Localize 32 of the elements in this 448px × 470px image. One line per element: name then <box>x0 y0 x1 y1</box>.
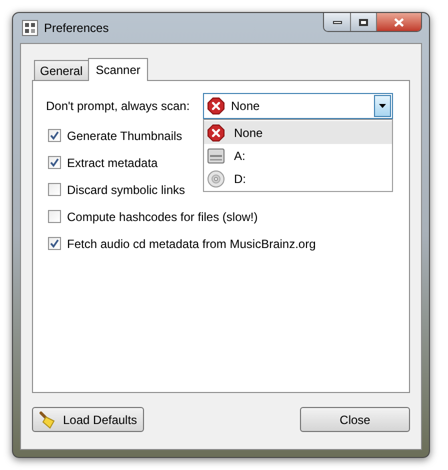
checkbox[interactable] <box>48 183 61 196</box>
app-icon <box>22 20 38 36</box>
checkbox-label: Fetch audio cd metadata from MusicBrainz.org <box>67 236 316 252</box>
checkbox-label: Compute hashcodes for files (slow!) <box>67 208 258 226</box>
checkbox-label: Discard symbolic links <box>67 182 186 198</box>
checkbox[interactable] <box>48 156 61 169</box>
checkbox[interactable] <box>48 129 61 142</box>
checkbox-label: Extract metadata <box>67 154 158 172</box>
drive-icon <box>207 146 225 164</box>
checkbox-label: Generate Thumbnails <box>67 128 182 144</box>
tab[interactable]: General <box>34 60 88 80</box>
dropdown-arrow-button[interactable] <box>374 95 391 117</box>
close-button[interactable]: Close <box>300 407 410 432</box>
dropdown-option[interactable]: A: <box>204 144 392 167</box>
checkbox[interactable] <box>48 237 61 250</box>
error-icon <box>207 97 225 115</box>
disc-icon <box>207 170 225 188</box>
dropdown-option[interactable]: D: <box>204 167 392 190</box>
close-window-button[interactable] <box>377 13 421 31</box>
scan-dropdown[interactable]: None <box>203 93 393 119</box>
tab[interactable]: Scanner <box>88 58 148 81</box>
dropdown-option[interactable]: None <box>204 121 392 144</box>
error-icon <box>207 124 225 142</box>
minimize-button[interactable] <box>324 13 351 31</box>
maximize-button[interactable] <box>351 13 377 31</box>
window-title: Preferences <box>44 20 109 37</box>
load-defaults-button[interactable]: Load Defaults <box>32 407 144 432</box>
dropdown-value: None <box>231 98 260 115</box>
scan-label: Don't prompt, always scan: <box>46 98 191 115</box>
close-icon <box>394 18 404 26</box>
caret-icon <box>379 104 386 108</box>
checkbox[interactable] <box>48 210 61 223</box>
